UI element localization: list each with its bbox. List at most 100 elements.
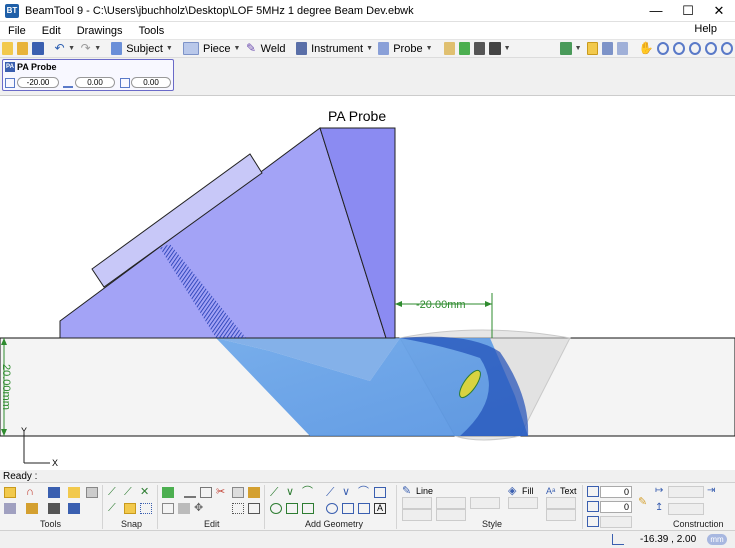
highlight-icon[interactable]	[68, 487, 80, 498]
instrument-icon[interactable]	[295, 42, 308, 55]
draw-dimension-icon[interactable]	[374, 487, 386, 498]
probe-icon[interactable]	[378, 42, 390, 55]
draw-polygon-alt-icon[interactable]	[342, 503, 354, 514]
subject-icon[interactable]	[111, 42, 123, 55]
bounds-icon[interactable]	[248, 503, 260, 514]
paste-icon[interactable]	[248, 487, 260, 498]
weld-menu[interactable]: Weld	[261, 43, 286, 55]
image-icon[interactable]	[474, 42, 486, 55]
view-2d-icon[interactable]	[586, 42, 599, 55]
text-size-select[interactable]	[546, 509, 576, 521]
add-view-icon[interactable]	[560, 42, 572, 55]
units-toggle[interactable]: mm	[707, 534, 727, 545]
construction-input-b[interactable]: 0	[600, 501, 632, 513]
zoom-out-icon[interactable]	[720, 42, 733, 55]
snap-line-icon[interactable]: ⟋	[108, 487, 120, 498]
view-cube-icon[interactable]	[617, 42, 629, 55]
weld-icon[interactable]: ✎	[245, 42, 256, 55]
pencil-icon[interactable]: ✎	[638, 497, 650, 508]
draw-line-alt-icon[interactable]: ⟋	[326, 486, 338, 498]
construction-input-a[interactable]: 0	[600, 486, 632, 498]
draw-circle-icon[interactable]	[270, 503, 282, 514]
move-icon[interactable]: ✥	[194, 503, 206, 514]
line-weight-select[interactable]	[402, 497, 432, 509]
draw-polyline-icon[interactable]: ∨	[286, 487, 298, 498]
frame-icon[interactable]	[86, 487, 98, 498]
fill-icon[interactable]	[162, 487, 174, 498]
instrument-menu[interactable]: Instrument	[311, 43, 363, 55]
piece-dropdown-icon[interactable]: ▼	[234, 45, 241, 52]
zoom-extents-icon[interactable]	[672, 42, 685, 55]
align-icon[interactable]	[184, 487, 196, 498]
new-file-icon[interactable]	[2, 42, 14, 55]
ungroup-icon[interactable]	[178, 503, 190, 514]
piece-menu[interactable]: Piece	[203, 43, 231, 55]
draw-rectangle-alt-icon[interactable]	[358, 503, 370, 514]
minimize-button[interactable]: —	[640, 0, 672, 22]
subject-dropdown-icon[interactable]: ▼	[166, 45, 173, 52]
draw-polyline-alt-icon[interactable]: ∨	[342, 487, 354, 498]
draw-circle-alt-icon[interactable]	[326, 503, 338, 514]
draw-line-icon[interactable]: ⟋	[270, 486, 282, 498]
distribute-icon[interactable]	[200, 487, 212, 498]
undo-dropdown-icon[interactable]: ▼	[68, 45, 75, 52]
redo-icon[interactable]: ↷	[80, 42, 91, 55]
redo-dropdown-icon[interactable]: ▼	[94, 45, 101, 52]
close-button[interactable]: ✕	[703, 0, 735, 22]
vertical-dim-input[interactable]	[668, 503, 704, 515]
measure-icon[interactable]	[4, 503, 16, 514]
transform-icon[interactable]	[68, 503, 80, 514]
undo-icon[interactable]: ↶	[54, 42, 65, 55]
copy-icon[interactable]	[232, 487, 244, 498]
subject-menu[interactable]: Subject	[126, 43, 163, 55]
maximize-button[interactable]: ☐	[672, 0, 704, 22]
snap-endpoint-icon[interactable]: ⟋	[124, 487, 136, 498]
camera-icon[interactable]	[489, 42, 501, 55]
add-view-dropdown-icon[interactable]: ▼	[575, 45, 582, 52]
text-color-select[interactable]	[546, 497, 576, 509]
menu-edit[interactable]: Edit	[34, 25, 69, 37]
menu-tools[interactable]: Tools	[131, 25, 173, 37]
zoom-in-icon[interactable]	[704, 42, 717, 55]
group-icon[interactable]	[162, 503, 174, 514]
menu-file[interactable]: File	[0, 25, 34, 37]
instrument-dropdown-icon[interactable]: ▼	[366, 45, 373, 52]
cut-icon[interactable]: ✂	[216, 487, 228, 498]
menu-help[interactable]: Help	[686, 23, 725, 35]
layer-icon[interactable]	[48, 487, 60, 498]
snap-active-icon[interactable]	[124, 503, 136, 514]
draw-polygon-icon[interactable]	[286, 503, 298, 514]
menu-drawings[interactable]: Drawings	[69, 25, 131, 37]
select-arrow-icon[interactable]	[4, 487, 16, 498]
snap-intersect-icon[interactable]: ✕	[140, 487, 152, 498]
horizontal-dim-input[interactable]	[668, 486, 704, 498]
draw-text-icon[interactable]: A	[374, 503, 386, 514]
view-3d-icon[interactable]	[602, 42, 614, 55]
zoom-selection-icon[interactable]	[688, 42, 701, 55]
select-all-icon[interactable]	[232, 503, 244, 514]
snap-perpendicular-icon[interactable]: ⟋	[108, 503, 120, 514]
calculator-icon[interactable]	[459, 42, 471, 55]
camera-dropdown-icon[interactable]: ▼	[504, 45, 511, 52]
draw-arc-alt-icon[interactable]: ⌒	[358, 487, 370, 498]
save-icon[interactable]	[32, 42, 44, 55]
probe-offset-field[interactable]: -20.00	[17, 77, 59, 88]
construction-input-c[interactable]	[600, 516, 632, 528]
fill-color-select[interactable]	[508, 497, 538, 509]
drawing-canvas[interactable]: PA Probe -20.00mm 20.00mm Y X	[0, 95, 735, 470]
probe-skew-field[interactable]: 0.00	[131, 77, 171, 88]
piece-icon[interactable]	[182, 42, 200, 55]
zoom-window-icon[interactable]	[656, 42, 669, 55]
snap-grid-icon[interactable]	[140, 503, 152, 514]
line-color-select[interactable]	[470, 497, 500, 509]
crop-icon[interactable]	[48, 503, 60, 514]
pan-hand-icon[interactable]: ✋	[639, 42, 654, 55]
draw-rectangle-icon[interactable]	[302, 503, 314, 514]
open-folder-icon[interactable]	[17, 42, 29, 55]
report-icon[interactable]	[443, 42, 456, 55]
stack-icon[interactable]	[26, 503, 38, 514]
line-start-select[interactable]	[402, 509, 432, 521]
line-type-select[interactable]	[436, 497, 466, 509]
draw-arc-icon[interactable]: ⌒	[302, 487, 314, 498]
probe-menu[interactable]: Probe	[393, 43, 422, 55]
